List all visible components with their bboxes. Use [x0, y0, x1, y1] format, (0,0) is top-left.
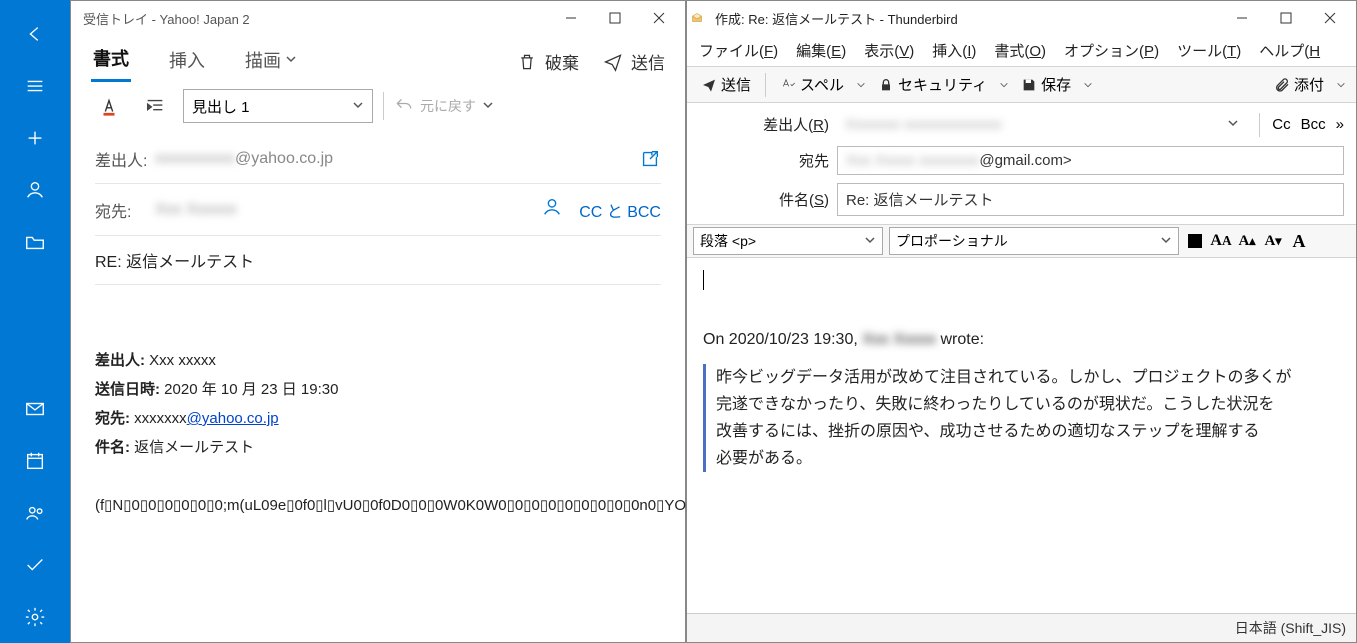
- format-toolbar: 見出し 1 元に戻す: [71, 82, 685, 131]
- from-row: 差出人(R) Xxxxxxx xxxxxxxxxxxxx Cc Bcc »: [699, 107, 1344, 142]
- attach-dropdown[interactable]: [1334, 80, 1348, 90]
- send-button[interactable]: 送信: [695, 70, 757, 99]
- header-fields: 差出人: xxxxxxxxxx@yahoo.co.jp 宛先: Xxx Xxxx…: [71, 131, 685, 289]
- folder-icon[interactable]: [15, 222, 55, 262]
- people-icon[interactable]: [15, 493, 55, 533]
- app-sidebar: [0, 0, 70, 643]
- from-field: 差出人: xxxxxxxxxx@yahoo.co.jp: [95, 135, 661, 184]
- to-field[interactable]: 宛先: Xxx Xxxxxx CC と BCC: [95, 184, 661, 236]
- send-button[interactable]: 送信: [603, 49, 665, 74]
- app-icon: [691, 12, 703, 24]
- status-bar: 日本語 (Shift_JIS): [687, 613, 1356, 642]
- yahoo-compose-window: 受信トレイ - Yahoo! Japan 2 書式 挿入 描画 破棄 送信 見出…: [70, 0, 686, 643]
- new-icon[interactable]: [15, 118, 55, 158]
- subject-field[interactable]: RE: 返信メールテスト: [95, 236, 661, 285]
- menu-view[interactable]: 表示(V): [864, 40, 914, 61]
- menu-help[interactable]: ヘルプ(H: [1259, 40, 1320, 61]
- minimize-button[interactable]: [549, 3, 593, 33]
- back-icon[interactable]: [15, 14, 55, 54]
- security-dropdown[interactable]: [997, 80, 1011, 90]
- menu-format[interactable]: 書式(O): [994, 40, 1046, 61]
- cc-bcc-link[interactable]: CC と BCC: [579, 198, 661, 222]
- window-title: 受信トレイ - Yahoo! Japan 2: [75, 9, 549, 28]
- format-toolbar: 段落 <p> プロポーショナル AA A▴ A▾ A: [687, 224, 1356, 258]
- message-body[interactable]: On 2020/10/23 19:30, Xxx Xxxxx wrote: 昨今…: [687, 258, 1356, 558]
- to-input[interactable]: Xxx Xxxxx xxxxxxxx@gmail.com>: [837, 146, 1344, 175]
- tab-format[interactable]: 書式: [91, 41, 131, 82]
- font-larger-icon[interactable]: AA: [1211, 231, 1231, 251]
- menu-edit[interactable]: 編集(E): [796, 40, 846, 61]
- font-size-up-icon[interactable]: A▴: [1237, 231, 1257, 251]
- popout-icon[interactable]: [639, 148, 661, 170]
- attach-button[interactable]: 添付: [1268, 70, 1330, 99]
- quoted-text: 昨今ビッグデータ活用が改めて注目されている。しかし、プロジェクトの多くが 完遂で…: [703, 364, 1340, 473]
- todo-icon[interactable]: [15, 545, 55, 585]
- main-toolbar: 送信 スペル セキュリティ 保存 添付: [687, 66, 1356, 103]
- font-size-down-icon[interactable]: A▾: [1263, 231, 1283, 251]
- header-fields: 差出人(R) Xxxxxxx xxxxxxxxxxxxx Cc Bcc » 宛先…: [687, 103, 1356, 224]
- titlebar: 作成: Re: 返信メールテスト - Thunderbird: [687, 1, 1356, 35]
- subject-row: 件名(S) Re: 返信メールテスト: [699, 179, 1344, 220]
- text-cursor: [703, 270, 704, 290]
- tab-insert[interactable]: 挿入: [167, 43, 207, 81]
- tab-draw[interactable]: 描画: [243, 43, 299, 81]
- close-button[interactable]: [1308, 3, 1352, 33]
- settings-icon[interactable]: [15, 597, 55, 637]
- font-select[interactable]: プロポーショナル: [889, 227, 1179, 255]
- menu-insert[interactable]: 挿入(I): [932, 40, 976, 61]
- message-body[interactable]: 差出人: Xxx xxxxx 送信日時: 2020 年 10 月 23 日 19…: [71, 289, 685, 537]
- close-button[interactable]: [637, 3, 681, 33]
- text-color-icon[interactable]: [1185, 231, 1205, 251]
- menu-file[interactable]: ファイル(F): [699, 40, 778, 61]
- bcc-button[interactable]: Bcc: [1301, 116, 1326, 133]
- compose-tabs: 書式 挿入 描画 破棄 送信: [71, 35, 685, 82]
- menu-bar: ファイル(F) 編集(E) 表示(V) 挿入(I) 書式(O) オプション(P)…: [687, 35, 1356, 66]
- person-icon[interactable]: [15, 170, 55, 210]
- undo-button[interactable]: 元に戻す: [394, 96, 494, 116]
- contacts-icon[interactable]: [541, 196, 563, 223]
- menu-options[interactable]: オプション(P): [1064, 40, 1159, 61]
- heading-select[interactable]: 見出し 1: [183, 89, 373, 123]
- discard-button[interactable]: 破棄: [517, 49, 579, 74]
- attribution-line: On 2020/10/23 19:30, Xxx Xxxxx wrote:: [703, 326, 1340, 353]
- to-link[interactable]: @yahoo.co.jp: [187, 410, 279, 427]
- spell-button[interactable]: スペル: [774, 70, 850, 99]
- thunderbird-compose-window: 作成: Re: 返信メールテスト - Thunderbird ファイル(F) 編…: [686, 0, 1357, 643]
- cc-button[interactable]: Cc: [1272, 116, 1290, 133]
- menu-tools[interactable]: ツール(T): [1177, 40, 1241, 61]
- indent-icon[interactable]: [137, 88, 173, 124]
- to-row: 宛先 Xxx Xxxxx xxxxxxxx@gmail.com>: [699, 142, 1344, 179]
- security-button[interactable]: セキュリティ: [872, 70, 993, 99]
- mail-icon[interactable]: [15, 389, 55, 429]
- more-icon[interactable]: »: [1336, 116, 1344, 133]
- font-color-icon[interactable]: [91, 88, 127, 124]
- titlebar: 受信トレイ - Yahoo! Japan 2: [71, 1, 685, 35]
- spell-dropdown[interactable]: [854, 80, 868, 90]
- from-select[interactable]: Xxxxxxx xxxxxxxxxxxxx: [837, 111, 1247, 138]
- minimize-button[interactable]: [1220, 3, 1264, 33]
- subject-input[interactable]: Re: 返信メールテスト: [837, 183, 1344, 216]
- maximize-button[interactable]: [593, 3, 637, 33]
- font-style-icon[interactable]: A: [1289, 231, 1309, 251]
- save-dropdown[interactable]: [1081, 80, 1095, 90]
- garbled-text: (f▯N▯0▯0▯0▯0▯0▯0;m(uL09e▯0f0▯l▯vU0▯0f0D0…: [95, 492, 661, 519]
- save-button[interactable]: 保存: [1015, 70, 1077, 99]
- maximize-button[interactable]: [1264, 3, 1308, 33]
- calendar-icon[interactable]: [15, 441, 55, 481]
- paragraph-select[interactable]: 段落 <p>: [693, 227, 883, 255]
- menu-icon[interactable]: [15, 66, 55, 106]
